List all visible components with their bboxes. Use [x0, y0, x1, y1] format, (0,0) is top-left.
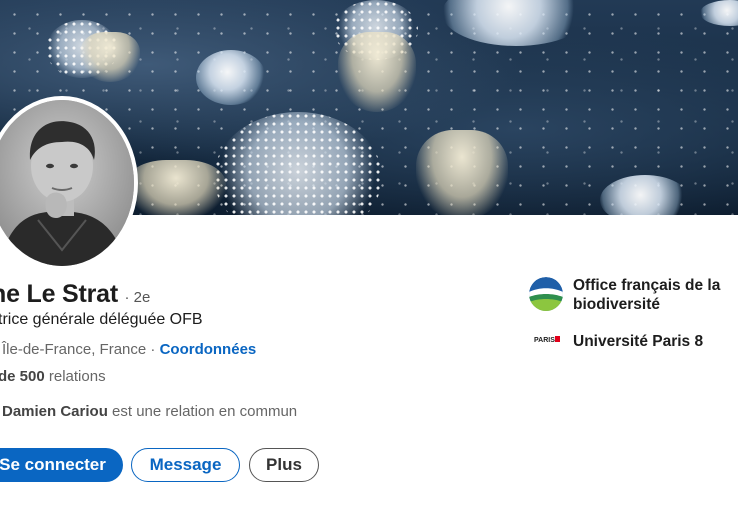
org-name: Office français de la biodiversité: [573, 277, 721, 313]
profile-location: Île-de-France, France: [2, 341, 147, 358]
profile-name-row: ne Le Strat · 2e: [0, 280, 150, 310]
message-button[interactable]: Message: [131, 448, 240, 482]
banner-jellyfish-tentacles: [338, 32, 416, 112]
banner-jellyfish-tentacles: [126, 160, 226, 215]
banner-jellyfish-tentacles: [416, 130, 508, 215]
relations-label: relations: [48, 368, 106, 385]
mutual-connection-name: Damien Cariou: [2, 403, 108, 420]
profile-headline: trice générale déléguée OFB: [0, 311, 203, 328]
contact-info-link[interactable]: Coordonnées: [160, 341, 257, 358]
banner-jellyfish: [196, 50, 266, 105]
location-row: Île-de-France, France · Coordonnées: [2, 341, 256, 358]
relations-count: de 500: [0, 368, 45, 385]
banner-jellyfish-tentacles: [80, 32, 140, 82]
mutual-connection-text: est une relation en commun: [112, 403, 298, 420]
ofb-logo-icon: [529, 277, 563, 311]
org-name: Université Paris 8: [573, 333, 704, 350]
mutual-connection-row[interactable]: Damien Cariou est une relation en commun: [2, 403, 297, 420]
paris8-logo-icon: PARIS8: [533, 331, 561, 347]
avatar-photo: [0, 100, 134, 266]
location-separator: ·: [150, 341, 156, 358]
connect-button[interactable]: Se connecter: [0, 448, 123, 482]
more-button[interactable]: Plus: [249, 448, 319, 482]
connection-degree-badge: · 2e: [124, 289, 151, 306]
profile-name: ne Le Strat: [0, 280, 118, 308]
relations-row[interactable]: de 500 relations: [0, 368, 106, 385]
